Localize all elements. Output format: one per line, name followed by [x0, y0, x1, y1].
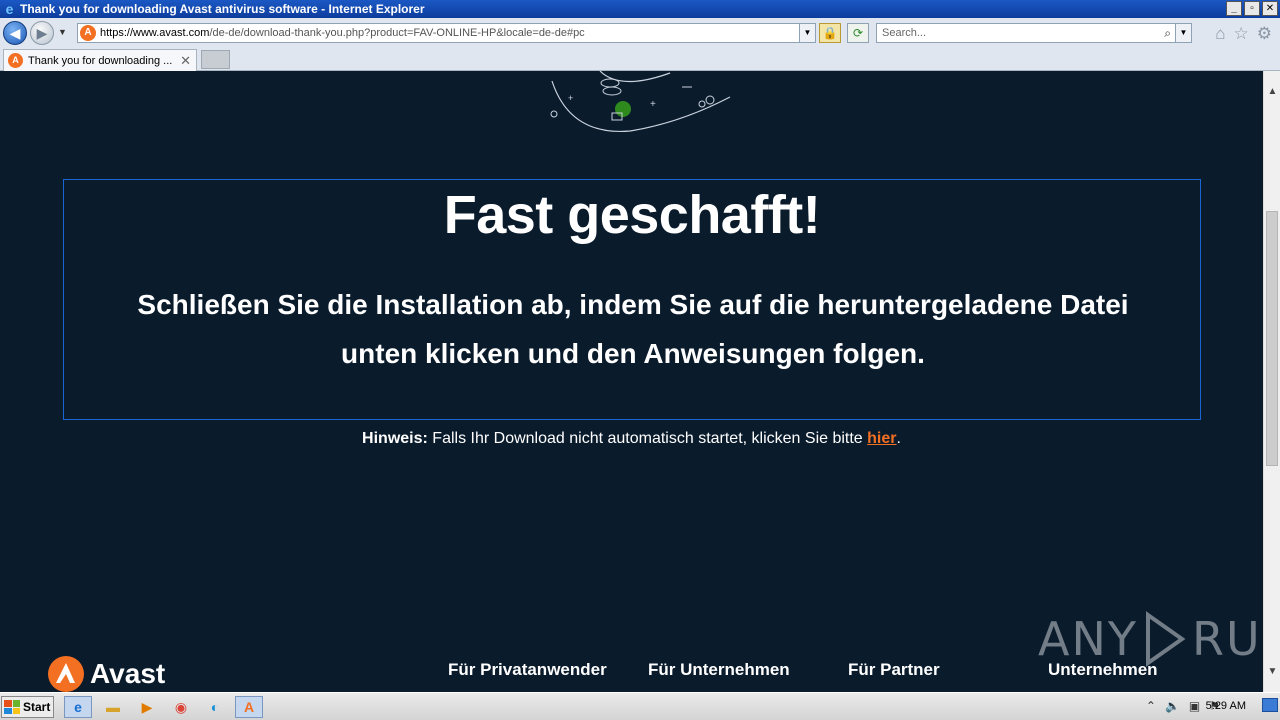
- address-dropdown-icon[interactable]: ▼: [799, 24, 815, 42]
- avast-logo[interactable]: Avast: [48, 656, 165, 692]
- window-titlebar: e Thank you for downloading Avast antivi…: [0, 0, 1280, 18]
- url-path: /de-de/download-thank-you.php?product=FA…: [209, 27, 585, 39]
- vertical-scrollbar[interactable]: ▲ ▼: [1263, 71, 1280, 692]
- url-host: https://www.avast.com: [100, 27, 210, 39]
- new-tab-button[interactable]: [201, 50, 230, 69]
- page-content: + + Fast geschafft! Schließen Sie die In…: [0, 71, 1263, 692]
- hint-label: Hinweis:: [362, 430, 428, 447]
- avast-favicon-icon: A: [80, 25, 96, 41]
- manual-download-link[interactable]: hier: [867, 430, 896, 447]
- anyrun-watermark: ANY RUN: [1038, 611, 1263, 667]
- minimize-button[interactable]: _: [1226, 1, 1242, 16]
- taskbar-media-player-icon[interactable]: ▶: [133, 696, 161, 718]
- tab-label: Thank you for downloading ...: [28, 54, 173, 67]
- address-bar[interactable]: A https://www.avast.com/de-de/download-t…: [77, 23, 816, 43]
- footer-link-private[interactable]: Für Privatanwender: [448, 660, 607, 680]
- hint-text: Falls Ihr Download nicht automatisch sta…: [427, 430, 868, 447]
- volume-icon[interactable]: 🔈: [1165, 699, 1180, 713]
- close-button[interactable]: ✕: [1262, 1, 1278, 16]
- window-controls: _ ▫ ✕: [1226, 1, 1278, 16]
- svg-text:+: +: [568, 93, 573, 103]
- favorites-star-icon[interactable]: ☆: [1234, 24, 1249, 44]
- tray-expand-icon[interactable]: ⌃: [1146, 699, 1156, 713]
- scroll-down-icon[interactable]: ▼: [1264, 663, 1280, 680]
- avast-favicon-icon: A: [8, 53, 23, 68]
- tab-bar: A Thank you for downloading ... ✕: [0, 48, 1280, 71]
- taskbar-chrome-icon[interactable]: ◉: [167, 696, 195, 718]
- history-dropdown-icon[interactable]: ▼: [58, 27, 67, 37]
- watermark-right: RUN: [1191, 612, 1263, 666]
- taskbar-edge-icon[interactable]: ◐: [201, 696, 229, 718]
- network-icon[interactable]: ▣: [1189, 699, 1200, 713]
- start-button[interactable]: Start: [1, 696, 54, 718]
- watermark-left: ANY: [1038, 612, 1138, 666]
- gear-icon[interactable]: ⚙: [1257, 24, 1272, 44]
- footer-link-business[interactable]: Für Unternehmen: [648, 660, 790, 680]
- play-icon: [1145, 611, 1186, 667]
- search-input[interactable]: Search... ⌕ ▼: [876, 23, 1192, 43]
- logo-text: Avast: [90, 658, 166, 689]
- taskbar-internet-explorer-icon[interactable]: e: [64, 696, 92, 718]
- home-icon[interactable]: ⌂: [1215, 24, 1225, 44]
- back-button[interactable]: ◀: [3, 21, 27, 45]
- taskbar-folder-icon[interactable]: ▬: [99, 696, 127, 718]
- refresh-button[interactable]: ⟳: [847, 23, 869, 43]
- close-tab-icon[interactable]: ✕: [180, 53, 191, 69]
- forward-button[interactable]: ▶: [30, 21, 54, 45]
- toolbar-icons: ⌂ ☆ ⚙: [1215, 24, 1272, 44]
- scroll-up-icon[interactable]: ▲: [1264, 83, 1280, 100]
- navigation-bar: ◀ ▶ ▼ A https://www.avast.com/de-de/down…: [0, 18, 1280, 48]
- instruction-text: Schließen Sie die Installation ab, indem…: [137, 289, 1129, 369]
- hint-end: .: [896, 430, 901, 447]
- lock-icon[interactable]: 🔒: [819, 23, 841, 43]
- taskbar: Start e ▬ ▶ ◉ ◐ A ⌃ 🔈 ▣ ⚑ 5:29 AM: [0, 692, 1280, 720]
- footer-link-partner[interactable]: Für Partner: [848, 660, 940, 680]
- window-title: Thank you for downloading Avast antiviru…: [20, 2, 425, 16]
- restore-button[interactable]: ▫: [1244, 1, 1260, 16]
- taskbar-clock[interactable]: 5:29 AM: [1206, 700, 1246, 712]
- scroll-thumb[interactable]: [1266, 211, 1278, 466]
- completion-box: Fast geschafft! Schließen Sie die Instal…: [63, 179, 1201, 420]
- search-dropdown-icon[interactable]: ▼: [1175, 24, 1191, 42]
- download-hint: Hinweis: Falls Ihr Download nicht automa…: [0, 430, 1263, 448]
- svg-text:+: +: [650, 99, 656, 110]
- taskbar-avast-icon[interactable]: A: [235, 696, 263, 718]
- windows-flag-icon: [4, 700, 20, 714]
- search-placeholder: Search...: [882, 27, 927, 39]
- tab-thank-you[interactable]: A Thank you for downloading ... ✕: [3, 49, 197, 71]
- start-label: Start: [23, 700, 51, 714]
- download-illustration: + +: [550, 71, 731, 133]
- search-icon[interactable]: ⌕: [1164, 24, 1171, 42]
- page-title: Fast geschafft!: [443, 185, 821, 245]
- avast-logo-icon: [48, 656, 84, 692]
- internet-explorer-icon: e: [5, 0, 14, 17]
- show-desktop-button[interactable]: [1262, 698, 1278, 712]
